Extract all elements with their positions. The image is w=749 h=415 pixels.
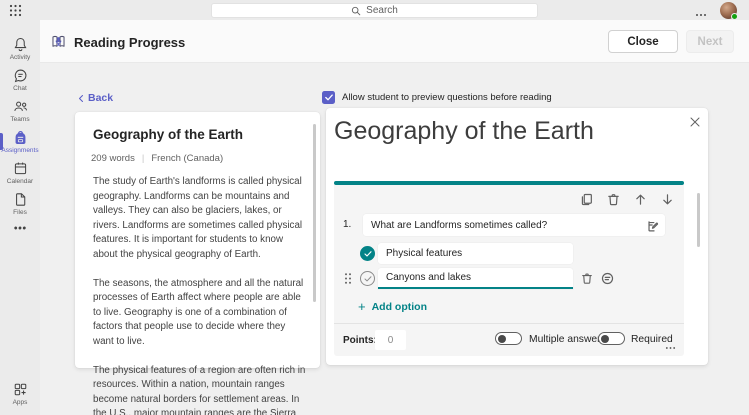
more-icon[interactable] [695, 6, 707, 16]
points-input[interactable] [375, 330, 406, 350]
back-chevron-icon [78, 94, 84, 102]
copy-icon[interactable] [580, 193, 593, 206]
chat-icon [14, 69, 26, 83]
passage-metadata: 209 words | French (Canada) [91, 153, 224, 164]
teams-people-icon [13, 101, 27, 111]
app-header: Reading Progress Close Next [40, 20, 749, 63]
teams-window: Search Activity Chat Teams Assignments C… [0, 0, 749, 415]
preview-checkbox-label: Allow student to preview questions befor… [342, 92, 552, 103]
add-option-button[interactable]: + Add option [358, 300, 427, 313]
presence-available-icon [731, 13, 738, 20]
files-icon [15, 193, 25, 206]
left-navigation-rail: Activity Chat Teams Assignments Calendar… [0, 20, 40, 415]
sidebar-item-chat[interactable]: Chat [0, 64, 40, 95]
answer-option-input[interactable] [378, 268, 573, 289]
answer-option-input[interactable] [378, 243, 573, 264]
passage-language: French (Canada) [151, 153, 224, 164]
passage-scrollbar[interactable] [313, 124, 316, 302]
multiple-answers-toggle[interactable] [495, 332, 522, 345]
preview-checkbox[interactable] [322, 91, 335, 104]
multiple-answers-label: Multiple answers [529, 334, 606, 345]
back-link[interactable]: Back [78, 92, 113, 104]
sidebar-item-files[interactable]: Files [0, 188, 40, 219]
sidebar-item-apps[interactable]: Apps [0, 378, 40, 409]
question-text-input[interactable] [363, 214, 665, 236]
question-card: 1. What are Landforms sometimes called? … [334, 185, 684, 356]
quiz-title: Geography of the Earth [334, 117, 594, 145]
sidebar-more-icon[interactable] [0, 219, 40, 237]
edit-icon[interactable] [647, 219, 659, 232]
checkbox-check-icon [324, 94, 333, 101]
quiz-panel: Geography of the Earth 1. What are Landf… [326, 108, 708, 365]
divider [334, 323, 684, 324]
close-icon[interactable] [690, 114, 701, 127]
reading-progress-icon [50, 33, 67, 50]
passage-paragraph: The seasons, the atmosphere and all the … [93, 277, 304, 347]
app-launcher-icon[interactable] [9, 4, 22, 17]
plus-icon: + [358, 299, 366, 314]
search-placeholder: Search [366, 5, 398, 16]
required-toggle[interactable] [598, 332, 625, 345]
points-label: Points: [343, 335, 377, 346]
avatar[interactable] [720, 2, 738, 20]
page-title: Reading Progress [74, 35, 186, 50]
arrow-down-icon[interactable] [661, 193, 674, 206]
passage-panel: Geography of the Earth 209 words | Frenc… [75, 112, 320, 415]
apps-icon [14, 383, 26, 396]
sidebar-item-teams[interactable]: Teams [0, 95, 40, 126]
check-circle-outline-icon[interactable] [360, 271, 375, 286]
search-input[interactable]: Search [211, 3, 538, 18]
question-toolbar [580, 193, 674, 206]
quiz-scrollbar[interactable] [697, 193, 700, 247]
drag-handle-icon[interactable] [344, 272, 352, 285]
sidebar-item-calendar[interactable]: Calendar [0, 157, 40, 188]
activity-bell-icon [14, 38, 26, 52]
passage-paragraph: The study of Earth's landforms is called… [93, 176, 303, 260]
sidebar-item-assignments[interactable]: Assignments [0, 126, 40, 157]
close-button[interactable]: Close [608, 30, 678, 53]
check-circle-icon[interactable] [360, 246, 375, 261]
search-icon [351, 6, 361, 16]
sidebar-item-activity[interactable]: Activity [0, 33, 40, 64]
preview-option-row: Allow student to preview questions befor… [322, 91, 552, 104]
calendar-icon [14, 162, 26, 175]
top-bar: Search [0, 0, 749, 20]
passage-text: The study of Earth's landforms is called… [93, 175, 307, 415]
passage-paragraph: The physical features of a region are of… [93, 364, 306, 415]
trash-icon[interactable] [607, 193, 620, 206]
more-icon[interactable] [665, 337, 676, 349]
word-count: 209 words [91, 153, 135, 164]
question-number: 1. [343, 219, 352, 230]
next-button[interactable]: Next [686, 30, 734, 53]
trash-icon[interactable] [581, 272, 593, 285]
passage-title: Geography of the Earth [93, 127, 244, 142]
arrow-up-icon[interactable] [634, 193, 647, 206]
message-icon[interactable] [601, 272, 614, 285]
assignments-backpack-icon [15, 131, 25, 144]
